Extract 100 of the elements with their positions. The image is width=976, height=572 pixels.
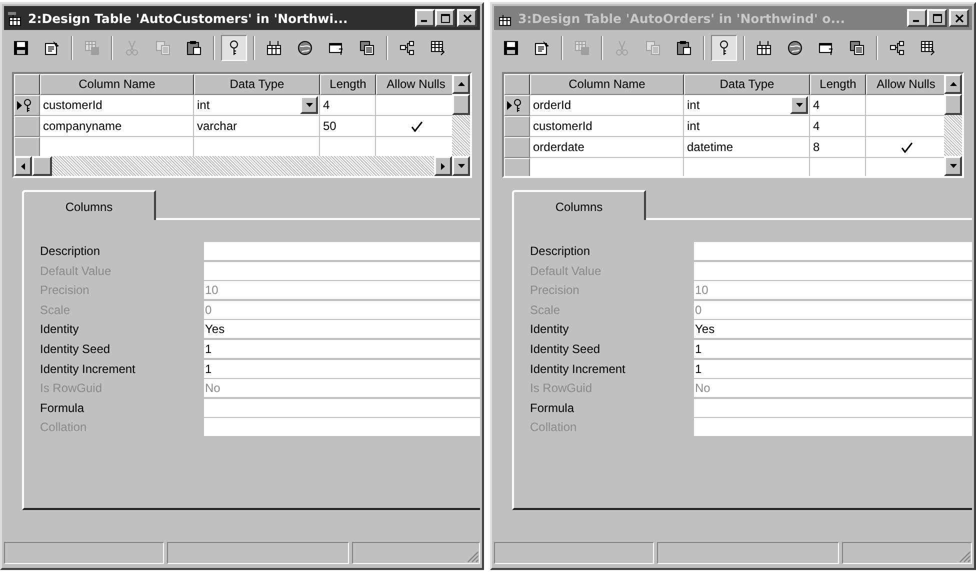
property-label: Identity: [530, 321, 570, 338]
property-field[interactable]: 1: [694, 360, 972, 378]
grid-icon: [920, 40, 936, 56]
scroll-up-button[interactable]: [944, 74, 962, 94]
table-cell: companyname: [40, 116, 194, 137]
column-header[interactable]: Data Type: [194, 74, 320, 95]
table-hammer-icon: [7, 10, 23, 26]
scroll-down-button[interactable]: [944, 156, 962, 176]
copy-icon: [645, 40, 661, 56]
document-icon: [534, 40, 550, 56]
table-cell-text: int: [197, 97, 210, 114]
property-field[interactable]: [694, 242, 972, 260]
down-arrow-icon: [458, 164, 464, 168]
table-cell: 4: [810, 95, 866, 116]
close-icon: [954, 14, 964, 22]
vertical-scrollbar[interactable]: [452, 74, 470, 176]
vertical-scrollbar[interactable]: [944, 74, 962, 176]
window-title: 3:Design Table 'AutoOrders' in 'Northwind' o...: [518, 10, 846, 26]
property-field[interactable]: Yes: [694, 320, 972, 338]
property-field: 10: [204, 281, 480, 300]
property-label: Identity Increment: [40, 360, 136, 378]
column-header[interactable]: Allow Nulls: [376, 74, 452, 95]
document-icon: [44, 40, 60, 56]
maximize-button[interactable]: [435, 9, 455, 27]
scroll-up-button[interactable]: [452, 74, 470, 94]
caret-icon: [796, 103, 802, 107]
table-cell: 50: [320, 116, 376, 137]
close-button[interactable]: [457, 9, 477, 27]
table-cell-text: datetime: [687, 139, 734, 156]
scissors-icon: [124, 40, 140, 56]
minimize-button[interactable]: [415, 9, 435, 27]
scroll-right-button[interactable]: [434, 156, 452, 176]
column-header[interactable]: Length: [320, 74, 376, 95]
property-label: Identity Seed: [530, 340, 602, 358]
dropdown-button[interactable]: [300, 96, 318, 114]
table-cell: customerId: [530, 116, 684, 137]
tab[interactable]: Columns: [22, 190, 156, 220]
pages-icon: [359, 40, 375, 56]
window-icon: [818, 40, 834, 56]
pages-icon: [849, 40, 865, 56]
minimize-button[interactable]: [907, 9, 927, 27]
horizontal-scrollbar[interactable]: [14, 156, 452, 176]
copy-icon: [155, 40, 171, 56]
diagram-icon: [399, 40, 415, 56]
window-icon: [328, 40, 344, 56]
property-label: Formula: [40, 400, 86, 417]
maximize-button[interactable]: [927, 9, 947, 27]
table-cell: 8: [810, 137, 866, 158]
clipboard-icon: [676, 40, 692, 56]
column-header[interactable]: Data Type: [684, 74, 810, 95]
table-cell-text: int: [687, 118, 700, 135]
table-icon: [756, 40, 772, 56]
property-field[interactable]: Yes: [204, 320, 480, 338]
property-field[interactable]: 1: [204, 360, 480, 378]
property-field: No: [204, 379, 480, 398]
property-field[interactable]: [204, 242, 480, 260]
column-header[interactable]: Allow Nulls: [866, 74, 944, 95]
window-title: 2:Design Table 'AutoCustomers' in 'Northwi...: [28, 10, 349, 26]
primary-key-button[interactable]: [711, 35, 737, 61]
property-label: Identity Increment: [530, 360, 626, 378]
up-arrow-icon: [458, 82, 464, 86]
up-arrow-icon: [950, 82, 956, 86]
table-cell: 4: [320, 95, 376, 116]
property-field[interactable]: [204, 398, 480, 417]
globe-icon: [297, 40, 313, 56]
table-cell: customerId: [40, 95, 194, 116]
scroll-thumb[interactable]: [944, 94, 962, 115]
scroll-down-button[interactable]: [452, 156, 470, 176]
property-label: Formula: [530, 400, 576, 417]
maximize-icon: [440, 14, 450, 22]
table-icon: [84, 40, 100, 56]
scroll-thumb[interactable]: [32, 156, 52, 176]
row-header[interactable]: [504, 95, 530, 116]
property-field: 0: [694, 300, 972, 319]
dropdown-button[interactable]: [790, 96, 808, 114]
close-icon: [462, 14, 472, 22]
column-header[interactable]: Column Name: [530, 74, 684, 95]
property-field[interactable]: 1: [694, 340, 972, 358]
clipboard-icon: [186, 40, 202, 56]
column-header[interactable]: Length: [810, 74, 866, 95]
property-field: No: [694, 379, 972, 398]
row-header[interactable]: [14, 95, 40, 116]
globe-icon: [787, 40, 803, 56]
close-button[interactable]: [949, 9, 969, 27]
scroll-thumb[interactable]: [452, 94, 470, 115]
down-arrow-icon: [950, 164, 956, 168]
property-field[interactable]: [694, 398, 972, 417]
property-field: 0: [204, 300, 480, 319]
tab[interactable]: Columns: [512, 190, 646, 220]
column-header[interactable]: Column Name: [40, 74, 194, 95]
scissors-icon: [614, 40, 630, 56]
diagram-icon: [889, 40, 905, 56]
table-icon: [574, 40, 590, 56]
property-field[interactable]: 1: [204, 340, 480, 358]
right-arrow-icon: [441, 162, 445, 170]
primary-key-button[interactable]: [221, 35, 247, 61]
grid-icon: [430, 40, 446, 56]
table-cell: 4: [810, 116, 866, 137]
scroll-left-button[interactable]: [14, 156, 32, 176]
table-icon: [266, 40, 282, 56]
